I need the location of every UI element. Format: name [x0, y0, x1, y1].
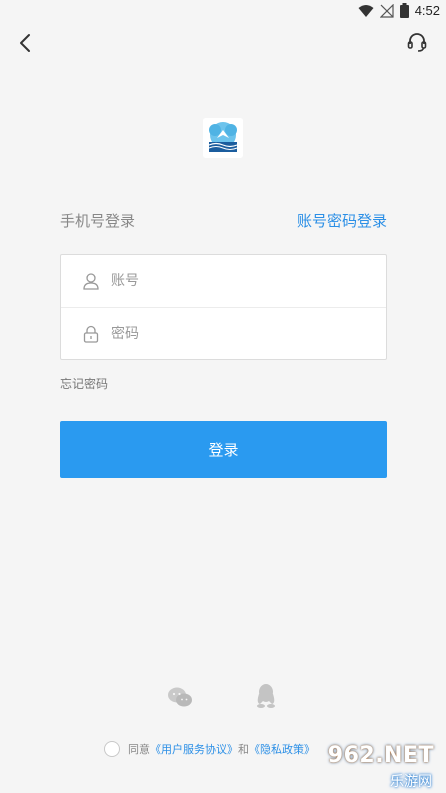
chevron-left-icon: [20, 34, 30, 52]
agreement-prefix: 同意: [128, 743, 150, 756]
qq-icon: [257, 684, 275, 708]
watermark-name: 乐游网: [390, 774, 432, 790]
app-logo-icon: [203, 118, 243, 158]
agreement-row: 同意 《用户服务协议》 和 《隐私政策》: [104, 739, 315, 759]
wechat-login-button[interactable]: [167, 686, 193, 708]
login-button[interactable]: 登录: [60, 421, 387, 478]
app-logo: [203, 118, 243, 158]
user-icon: [81, 271, 101, 291]
terms-of-service-link[interactable]: 《用户服务协议》: [150, 741, 238, 757]
login-form: [60, 254, 387, 360]
status-bar: 4:52: [0, 0, 446, 24]
account-row: [61, 255, 386, 307]
qq-login-button[interactable]: [255, 683, 277, 709]
wifi-icon: [358, 4, 374, 17]
status-icons: 4:52: [358, 3, 440, 18]
watermark: 962.NET 乐游网: [302, 741, 442, 791]
login-mode-title: 手机号登录: [60, 212, 136, 230]
login-screen: 4:52 手机号登录 账号密码登录 账号 忘记密码 登录 同意 《用户服务协议》…: [0, 0, 446, 793]
agreement-conjunction: 和: [238, 743, 249, 756]
switch-to-password-login[interactable]: 账号密码登录: [297, 210, 387, 231]
password-input[interactable]: [111, 318, 361, 349]
status-time: 4:52: [414, 3, 440, 18]
account-input[interactable]: [111, 266, 361, 296]
agree-checkbox[interactable]: [104, 741, 120, 757]
watermark-site: 962.NET: [327, 743, 434, 768]
lock-icon: [81, 324, 101, 344]
password-row: [61, 307, 386, 359]
forgot-password-link[interactable]: 忘记密码: [60, 375, 108, 392]
customer-service-button[interactable]: [404, 29, 430, 55]
wechat-icon: [168, 687, 192, 707]
battery-icon: [399, 3, 409, 18]
login-mode-row: 手机号登录 账号密码登录: [60, 210, 387, 232]
no-signal-icon: [379, 3, 394, 18]
back-button[interactable]: [12, 30, 38, 56]
headset-icon: [407, 33, 427, 52]
